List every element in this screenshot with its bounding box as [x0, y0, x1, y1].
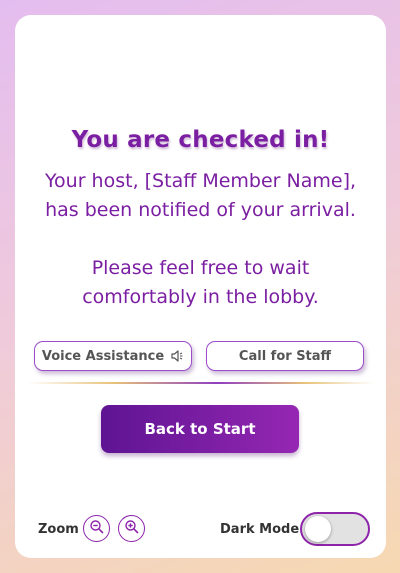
call-for-staff-button[interactable]: Call for Staff: [206, 341, 364, 371]
host-line-2: has been notified of your arrival.: [45, 199, 356, 221]
speaker-icon: [170, 349, 184, 363]
call-for-staff-label: Call for Staff: [238, 348, 332, 364]
wait-line-2: comfortably in the lobby.: [82, 286, 319, 308]
zoom-in-icon: [124, 519, 140, 539]
back-to-start-button[interactable]: Back to Start: [101, 405, 299, 453]
dark-mode-label: Dark Mode: [220, 522, 300, 537]
voice-assistance-label: Voice Assistance: [41, 348, 165, 364]
back-to-start-label: Back to Start: [144, 420, 256, 438]
host-line-1: Your host, [Staff Member Name],: [44, 170, 357, 192]
wait-line-1: Please feel free to wait: [91, 257, 310, 279]
checkin-title: You are checked in!: [71, 127, 330, 153]
zoom-out-button[interactable]: [83, 515, 110, 542]
voice-assistance-button[interactable]: Voice Assistance: [34, 341, 192, 371]
toggle-knob: [305, 516, 331, 542]
checkin-card: You are checked in! Your host, [Staff Me…: [15, 15, 386, 558]
zoom-label: Zoom: [38, 522, 79, 537]
dark-mode-toggle[interactable]: [300, 512, 370, 546]
section-divider: [27, 382, 374, 384]
host-notified-message: Your host, [Staff Member Name], has been…: [15, 167, 386, 225]
wait-message: Please feel free to wait comfortably in …: [15, 254, 386, 312]
zoom-out-icon: [89, 519, 105, 539]
zoom-in-button[interactable]: [118, 515, 145, 542]
